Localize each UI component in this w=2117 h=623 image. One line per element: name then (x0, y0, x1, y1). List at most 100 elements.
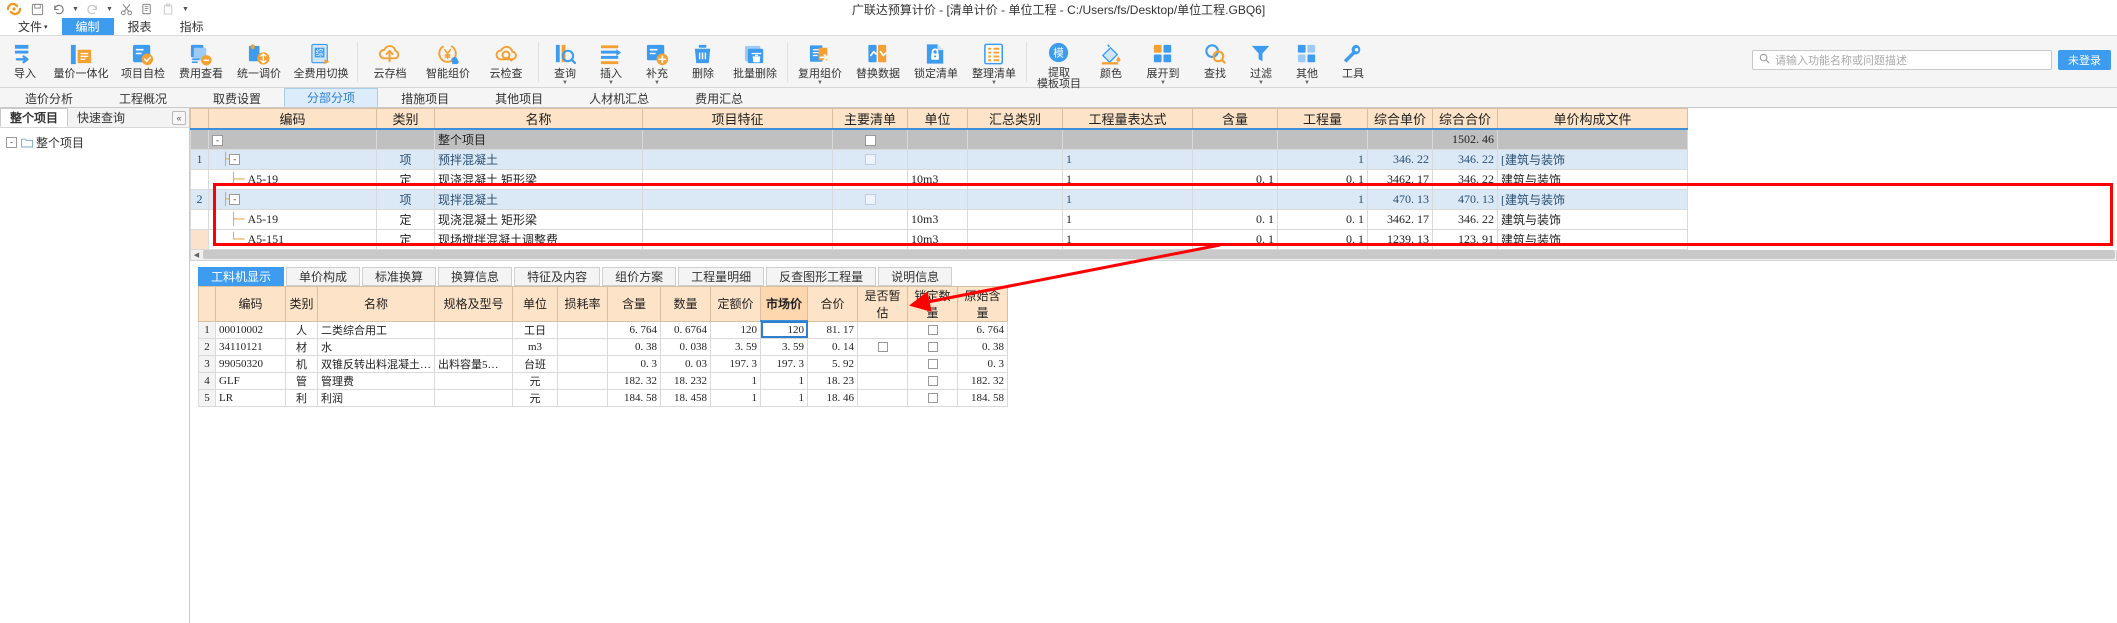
ribbon-dropdown-caret-icon[interactable]: ▼ (1304, 80, 1310, 86)
scroll-left-arrow-icon[interactable]: ◀ (191, 249, 202, 260)
ribbon-button-import[interactable]: 导入 (2, 38, 48, 88)
column-header-price_comp[interactable]: 单价构成文件 (1497, 108, 1688, 130)
column-header-code[interactable]: 编码 (208, 108, 377, 130)
is_provisional-checkbox[interactable] (877, 341, 888, 352)
code-cell[interactable]: - (208, 128, 377, 150)
column-header-name[interactable]: 名称 (434, 108, 643, 130)
code-cell[interactable]: └─ A5-151 (208, 228, 377, 250)
ribbon-dropdown-caret-icon[interactable]: ▼ (1258, 80, 1264, 86)
detail-column-header-unit[interactable]: 单位 (512, 285, 558, 322)
detail-tab-7[interactable]: 反查图形工程量 (766, 266, 877, 286)
detail-column-header-name[interactable]: 名称 (317, 285, 435, 322)
column-header-rownum[interactable] (190, 108, 209, 130)
detail-tab-8[interactable]: 说明信息 (878, 266, 953, 286)
detail-column-header-total[interactable]: 合价 (807, 285, 858, 322)
ribbon-button-quantity-price[interactable]: 量价一体化 (48, 38, 114, 88)
column-header-quantity[interactable]: 工程量 (1277, 108, 1368, 130)
detail-table-row[interactable]: 1 00010002 人二类综合用工 工日 6. 764 0. 6764 120 120 81.… (198, 320, 1008, 339)
undo-dropdown-caret-icon[interactable]: ▼ (72, 2, 79, 16)
detail-column-header-content[interactable]: 含量 (607, 285, 661, 322)
ribbon-button-extract-template[interactable]: 模提取 模板项目 (1030, 38, 1088, 90)
ribbon-button-filter[interactable]: 过滤 ▼ (1238, 38, 1284, 88)
detail-column-header-market_price[interactable]: 市场价 (760, 285, 808, 322)
row-expander-icon[interactable]: - (212, 134, 223, 146)
ribbon-button-find[interactable]: 查找 (1192, 38, 1238, 88)
cut-icon[interactable] (119, 2, 134, 17)
function-search-box[interactable]: 请输入功能名称或问题描述 (1752, 50, 2052, 70)
column-header-feature[interactable]: 项目特征 (642, 108, 833, 130)
tab-4[interactable]: 措施项目 (378, 88, 472, 107)
column-header-unit[interactable]: 单位 (907, 108, 968, 130)
detail-table-row[interactable]: 5 LR 利利润元 184. 58 18. 458 1 1 18. 46 184. 58 (198, 388, 1008, 407)
ribbon-button-unified-price[interactable]: 统一调价 (230, 38, 288, 88)
sidebar-tab-quick-query[interactable]: 快速查询 (68, 108, 134, 127)
lock_qty-checkbox[interactable] (927, 324, 938, 335)
column-header-main_list[interactable]: 主要清单 (832, 108, 908, 130)
ribbon-button-tools[interactable]: 工具 (1330, 38, 1376, 88)
lock_qty-checkbox[interactable] (927, 392, 938, 403)
detail-tab-5[interactable]: 组价方案 (602, 266, 677, 286)
ribbon-button-reuse-pricing[interactable]: 复用组价 ▼ (791, 38, 849, 88)
column-header-total_price[interactable]: 综合合价 (1432, 108, 1498, 130)
ribbon-button-smart-pricing[interactable]: 智能组价 (419, 38, 477, 88)
ribbon-button-delete[interactable]: 删除 (680, 38, 726, 88)
detail-table-row[interactable]: 3 99050320 机双锥反转出料混凝土… 出料容量5… 台班 0. 3 0. 03 197… (198, 354, 1008, 373)
ribbon-dropdown-caret-icon[interactable]: ▼ (562, 80, 568, 86)
detail-column-header-loss_rate[interactable]: 损耗率 (557, 285, 608, 322)
detail-column-header-orig_content[interactable]: 原始含量 (957, 285, 1008, 322)
ribbon-button-full-fee-switch[interactable]: 综全费用切换 (288, 38, 354, 88)
detail-column-header-fixed_price[interactable]: 定额价 (710, 285, 761, 322)
detail-column-header-is_provisional[interactable]: 是否暂估 (857, 285, 908, 322)
code-cell[interactable]: ├ - (208, 148, 377, 170)
detail-tab-6[interactable]: 工程量明细 (678, 266, 765, 286)
code-cell[interactable]: ├─ A5-19 (208, 168, 377, 190)
table-row[interactable]: └─ A5-151 定现场搅拌混凝土调整费 10m3 1 0. 1 0. 1 1239. 13… (190, 228, 1688, 250)
code-cell[interactable]: ├─ A5-19 (208, 208, 377, 230)
detail-market_price-cell[interactable]: 3. 59 (760, 337, 808, 356)
tree-expander-icon[interactable]: - (6, 136, 17, 148)
ribbon-button-insert[interactable]: 插入 ▼ (588, 38, 634, 88)
ribbon-button-fee-view[interactable]: 费用查看 (172, 38, 230, 88)
ribbon-button-replace-data[interactable]: 替换数据 (849, 38, 907, 88)
column-header-qty_expr[interactable]: 工程量表达式 (1062, 108, 1193, 130)
detail-tab-3[interactable]: 换算信息 (438, 266, 513, 286)
menu-item-compile[interactable]: 编制 (61, 18, 114, 35)
ribbon-dropdown-caret-icon[interactable]: ▼ (991, 80, 997, 86)
ribbon-button-lock-list[interactable]: 锁定清单 (907, 38, 965, 88)
ribbon-button-organize-list[interactable]: 整理清单 ▼ (965, 38, 1023, 88)
ribbon-dropdown-caret-icon[interactable]: ▼ (608, 80, 614, 86)
tab-7[interactable]: 费用汇总 (672, 88, 766, 107)
ribbon-button-batch-delete[interactable]: 批量删除 (726, 38, 784, 88)
ribbon-button-cloud-check[interactable]: 云检查 (477, 38, 535, 88)
detail-tab-2[interactable]: 标准换算 (362, 266, 437, 286)
menu-item-indicator[interactable]: 指标 (166, 18, 218, 35)
ribbon-button-expand-to[interactable]: 展开到 ▼ (1134, 38, 1192, 88)
lock_qty-checkbox[interactable] (927, 358, 938, 369)
detail-market_price-cell[interactable]: 1 (760, 371, 808, 390)
row-expander-icon[interactable]: - (229, 154, 241, 166)
table-row[interactable]: ├─ A5-19 定现浇混凝土 矩形梁 10m3 1 0. 1 0. 1 3462. 17 34… (190, 208, 1688, 230)
tab-0[interactable]: 造价分析 (2, 88, 96, 107)
menu-item-file[interactable]: 文件 ▾ (4, 18, 62, 35)
detail-column-header-quantity[interactable]: 数量 (660, 285, 711, 322)
detail-tab-1[interactable]: 单价构成 (286, 266, 361, 286)
login-status-button[interactable]: 未登录 (2058, 50, 2111, 70)
redo-icon[interactable] (85, 2, 100, 17)
tab-5[interactable]: 其他项目 (472, 88, 566, 107)
detail-tab-0[interactable]: 工料机显示 (198, 266, 285, 286)
ribbon-dropdown-caret-icon[interactable]: ▼ (1160, 80, 1166, 86)
table-row[interactable]: ├─ A5-19 定现浇混凝土 矩形梁 10m3 1 0. 1 0. 1 3462. 17 34… (190, 168, 1688, 190)
detail-column-header-category[interactable]: 类别 (285, 285, 318, 322)
detail-column-header-spec[interactable]: 规格及型号 (434, 285, 513, 322)
column-header-summary_type[interactable]: 汇总类别 (967, 108, 1063, 130)
sidebar-collapse-button[interactable]: « (169, 108, 189, 127)
grid-horizontal-scrollbar[interactable]: ◀ (190, 249, 2117, 261)
ribbon-button-self-check[interactable]: 项目自检 (114, 38, 172, 88)
column-header-category[interactable]: 类别 (376, 108, 435, 130)
main-list-checkbox[interactable] (864, 134, 876, 146)
detail-column-header-code[interactable]: 编码 (215, 285, 286, 322)
code-cell[interactable]: ├ - (208, 188, 377, 210)
detail-market_price-cell[interactable]: 1 (760, 388, 808, 407)
column-header-content[interactable]: 含量 (1192, 108, 1278, 130)
tab-3[interactable]: 分部分项 (284, 88, 379, 107)
